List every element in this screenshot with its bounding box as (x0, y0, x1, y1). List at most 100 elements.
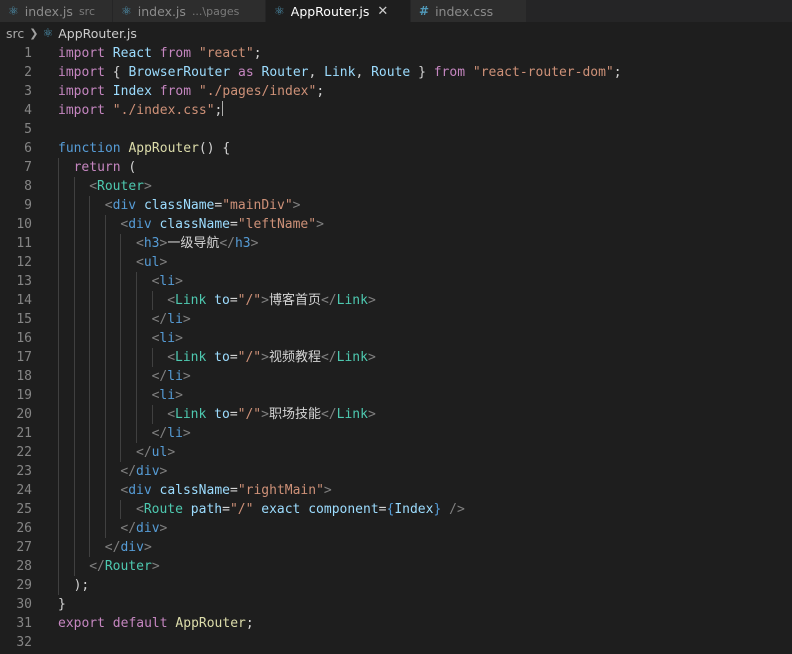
code-line[interactable]: 20 <Link to="/">职场技能</Link> (0, 405, 792, 424)
code-token: "mainDiv" (222, 198, 293, 213)
indent-guide (73, 462, 75, 481)
code-line[interactable]: 7 return ( (0, 158, 792, 177)
code-token: 一级导航 (167, 236, 220, 251)
indent-guide (136, 386, 137, 405)
indent-guide (73, 310, 75, 329)
indent-guide (104, 329, 106, 348)
code-token: Link (336, 293, 368, 308)
line-number: 9 (24, 198, 32, 213)
code-line[interactable]: 8 <Router> (0, 177, 792, 196)
indent-guide (73, 519, 75, 538)
indent-guide (120, 272, 122, 291)
code-line[interactable]: 10 <div className="leftName"> (0, 215, 792, 234)
code-text: </div> (105, 538, 152, 557)
code-line[interactable]: 4 import "./index.css"; (0, 101, 792, 120)
code-line[interactable]: 2 import { BrowserRouter as Router, Link,… (0, 63, 792, 82)
tab-1[interactable]: ⚛ index.js ...\pages (113, 0, 266, 22)
tab-label: index.js (137, 3, 186, 19)
line-number: 3 (24, 84, 32, 99)
indent-guide (120, 329, 122, 348)
indent-guide (89, 500, 91, 519)
indent-guide (136, 405, 137, 424)
code-token: import (58, 103, 113, 118)
code-line[interactable]: 11 <h3>一级导航</h3> (0, 234, 792, 253)
code-line[interactable]: 29); (0, 576, 792, 595)
code-line[interactable]: 21 </li> (0, 424, 792, 443)
indent-guide (89, 253, 91, 272)
indent-guide (73, 481, 75, 500)
tab-2[interactable]: ⚛ AppRouter.js ✕ (266, 0, 411, 22)
code-line[interactable]: 6 function AppRouter() { (0, 139, 792, 158)
code-token: return (73, 160, 129, 175)
code-line[interactable]: 14 <Link to="/">博客首页</Link> (0, 291, 792, 310)
close-icon[interactable]: ✕ (377, 4, 388, 19)
code-line[interactable]: 32 (0, 633, 792, 652)
indent-guide (89, 272, 91, 291)
indent-guide (58, 576, 59, 595)
code-line[interactable]: 27 </div> (0, 538, 792, 557)
code-token: > (175, 388, 183, 403)
line-number: 24 (16, 483, 32, 498)
code-text: <Link to="/">职场技能</Link> (167, 405, 376, 424)
line-number: 18 (16, 369, 32, 384)
indent-guide (73, 253, 75, 272)
code-token: from (151, 84, 199, 99)
code-line[interactable]: 31 export default AppRouter; (0, 614, 792, 633)
code-line[interactable]: 16 <li> (0, 329, 792, 348)
breadcrumb-file[interactable]: AppRouter.js (58, 26, 137, 41)
code-token: div (128, 217, 160, 232)
indent-guide (104, 348, 106, 367)
code-text: export default AppRouter; (58, 614, 254, 633)
code-text: <h3>一级导航</h3> (136, 234, 258, 253)
code-token: ; (316, 84, 325, 99)
code-line[interactable]: 3 import Index from "./pages/index"; (0, 82, 792, 101)
tab-3[interactable]: # index.css (411, 0, 527, 22)
code-line[interactable]: 13 <li> (0, 272, 792, 291)
indent-guide (89, 367, 91, 386)
code-editor[interactable]: 1 import React from "react"; 2 import { Bro… (0, 44, 792, 654)
code-token: h3 (143, 236, 160, 251)
react-icon: ⚛ (42, 26, 54, 40)
indent-guide (58, 310, 59, 329)
line-number: 29 (16, 578, 32, 593)
indent-guide (58, 367, 59, 386)
indent-guide (89, 196, 91, 215)
breadcrumb-folder[interactable]: src (6, 26, 24, 41)
line-number: 10 (16, 217, 32, 232)
indent-guide (104, 386, 106, 405)
line-number: 13 (16, 274, 32, 289)
code-text: <Link to="/">视频教程</Link> (167, 348, 376, 367)
code-line[interactable]: 15 </li> (0, 310, 792, 329)
code-token: AppRouter (175, 616, 246, 631)
code-line[interactable]: 24 <div calssName="rightMain"> (0, 481, 792, 500)
code-line[interactable]: 22 </ul> (0, 443, 792, 462)
code-line[interactable]: 5 (0, 120, 792, 139)
code-line[interactable]: 30} (0, 595, 792, 614)
code-line[interactable]: 9 <div className="mainDiv"> (0, 196, 792, 215)
code-line[interactable]: 25 <Route path="/" exact component={Index… (0, 500, 792, 519)
code-line[interactable]: 12 <ul> (0, 253, 792, 272)
indent-guide (73, 557, 75, 576)
code-token: div (128, 483, 160, 498)
code-token: /> (441, 502, 465, 517)
code-line[interactable]: 18 </li> (0, 367, 792, 386)
line-number: 22 (16, 445, 32, 460)
code-line[interactable]: 28 </Router> (0, 557, 792, 576)
code-line[interactable]: 17 <Link to="/">视频教程</Link> (0, 348, 792, 367)
code-text: <Link to="/">博客首页</Link> (167, 291, 376, 310)
line-number: 5 (24, 122, 32, 137)
indent-guide (73, 538, 75, 557)
code-line[interactable]: 23 </div> (0, 462, 792, 481)
indent-guide (120, 253, 122, 272)
indent-guide (89, 386, 91, 405)
line-number: 31 (16, 616, 32, 631)
code-token: , (355, 65, 372, 80)
tab-0[interactable]: ⚛ index.js src (0, 0, 113, 22)
code-token: li (159, 388, 176, 403)
code-line[interactable]: 19 <li> (0, 386, 792, 405)
line-number: 28 (16, 559, 32, 574)
code-token: > (182, 369, 191, 384)
code-line[interactable]: 26 </div> (0, 519, 792, 538)
line-number: 6 (24, 141, 32, 156)
code-line[interactable]: 1 import React from "react"; (0, 44, 792, 63)
